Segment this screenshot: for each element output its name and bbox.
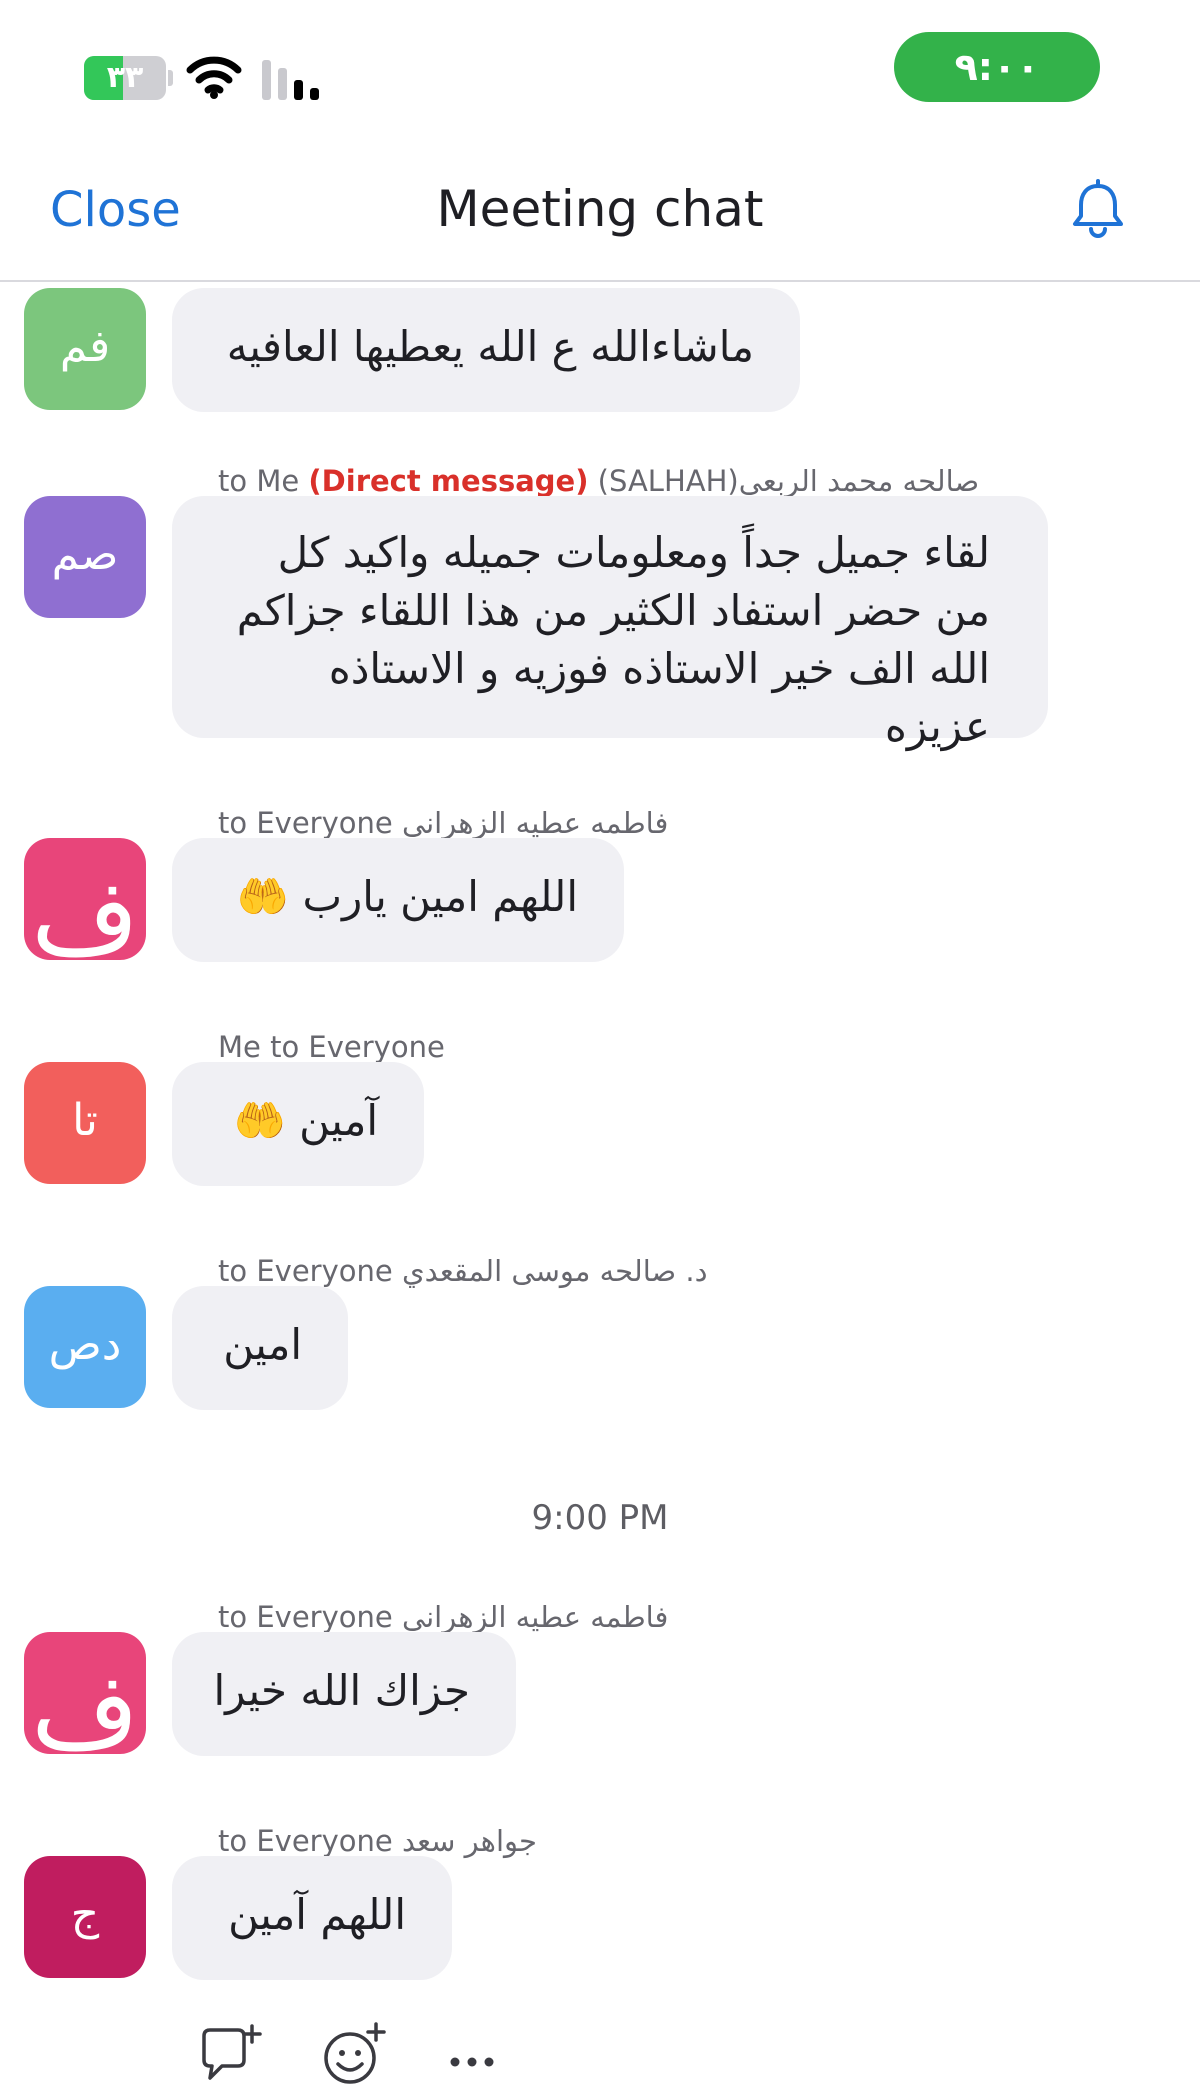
cellular-signal-icon bbox=[262, 60, 319, 100]
message-bubble[interactable]: لقاء جميل جداً ومعلومات جميله واكيد كل م… bbox=[172, 496, 1048, 751]
avatar-initials: ف bbox=[31, 856, 139, 960]
chat-message-list[interactable]: فم ماشاءالله ع الله يعطيها العافيه to Me… bbox=[0, 282, 1200, 2012]
battery-level: ٣٣ bbox=[106, 60, 144, 95]
message-bubble[interactable]: ماشاءالله ع الله يعطيها العافيه bbox=[172, 288, 800, 412]
message-sender: to Everyone فاطمه عطيه الزهراني bbox=[218, 806, 669, 840]
battery-icon: ٣٣ bbox=[84, 56, 166, 100]
avatar[interactable]: ج bbox=[24, 1856, 146, 1978]
message-sender: to Everyone فاطمه عطيه الزهراني bbox=[218, 1600, 669, 1634]
avatar[interactable]: فم bbox=[24, 288, 146, 410]
sender-name: (SALHAH)صالحه محمد الربعي bbox=[588, 464, 980, 498]
avatar[interactable]: دص bbox=[24, 1286, 146, 1408]
bell-icon[interactable] bbox=[1066, 178, 1130, 242]
avatar[interactable]: ف bbox=[24, 838, 146, 960]
message-bubble[interactable]: اللهم آمين bbox=[172, 1856, 452, 1980]
more-icon[interactable] bbox=[442, 2022, 508, 2088]
add-reaction-icon[interactable] bbox=[320, 2022, 386, 2088]
message-action-bar bbox=[0, 2012, 1200, 2096]
message-sender: to Everyone جواهر سعد bbox=[218, 1824, 537, 1858]
direct-message-label: (Direct message) bbox=[308, 464, 589, 498]
message-sender: to Everyone د. صالحه موسى المقعدي bbox=[218, 1254, 708, 1288]
message-bubble[interactable]: آمين 🤲 bbox=[172, 1062, 424, 1186]
chat-timestamp: 9:00 PM bbox=[531, 1498, 669, 1538]
message-sender: to Me (Direct message) (SALHAH)صالحه محم… bbox=[218, 464, 979, 498]
status-bar: ٣٣ ٩:٠٠ bbox=[0, 0, 1200, 140]
status-clock[interactable]: ٩:٠٠ bbox=[894, 32, 1100, 102]
reply-icon[interactable] bbox=[196, 2022, 262, 2088]
message-bubble[interactable]: امين bbox=[172, 1286, 348, 1410]
page-title: Meeting chat bbox=[436, 180, 764, 238]
message-sender: Me to Everyone bbox=[218, 1030, 445, 1064]
avatar-initials: ف bbox=[31, 1650, 139, 1754]
chat-header: Close Meeting chat bbox=[0, 140, 1200, 282]
sender-recipient: to Me bbox=[218, 464, 309, 498]
wifi-icon bbox=[186, 56, 242, 99]
message-bubble[interactable]: اللهم امين يارب 🤲 bbox=[172, 838, 624, 962]
avatar[interactable]: تا bbox=[24, 1062, 146, 1184]
avatar[interactable]: ف bbox=[24, 1632, 146, 1754]
battery-nub bbox=[168, 70, 173, 86]
message-bubble[interactable]: جزاك الله خيرا bbox=[172, 1632, 516, 1756]
avatar[interactable]: صم bbox=[24, 496, 146, 618]
